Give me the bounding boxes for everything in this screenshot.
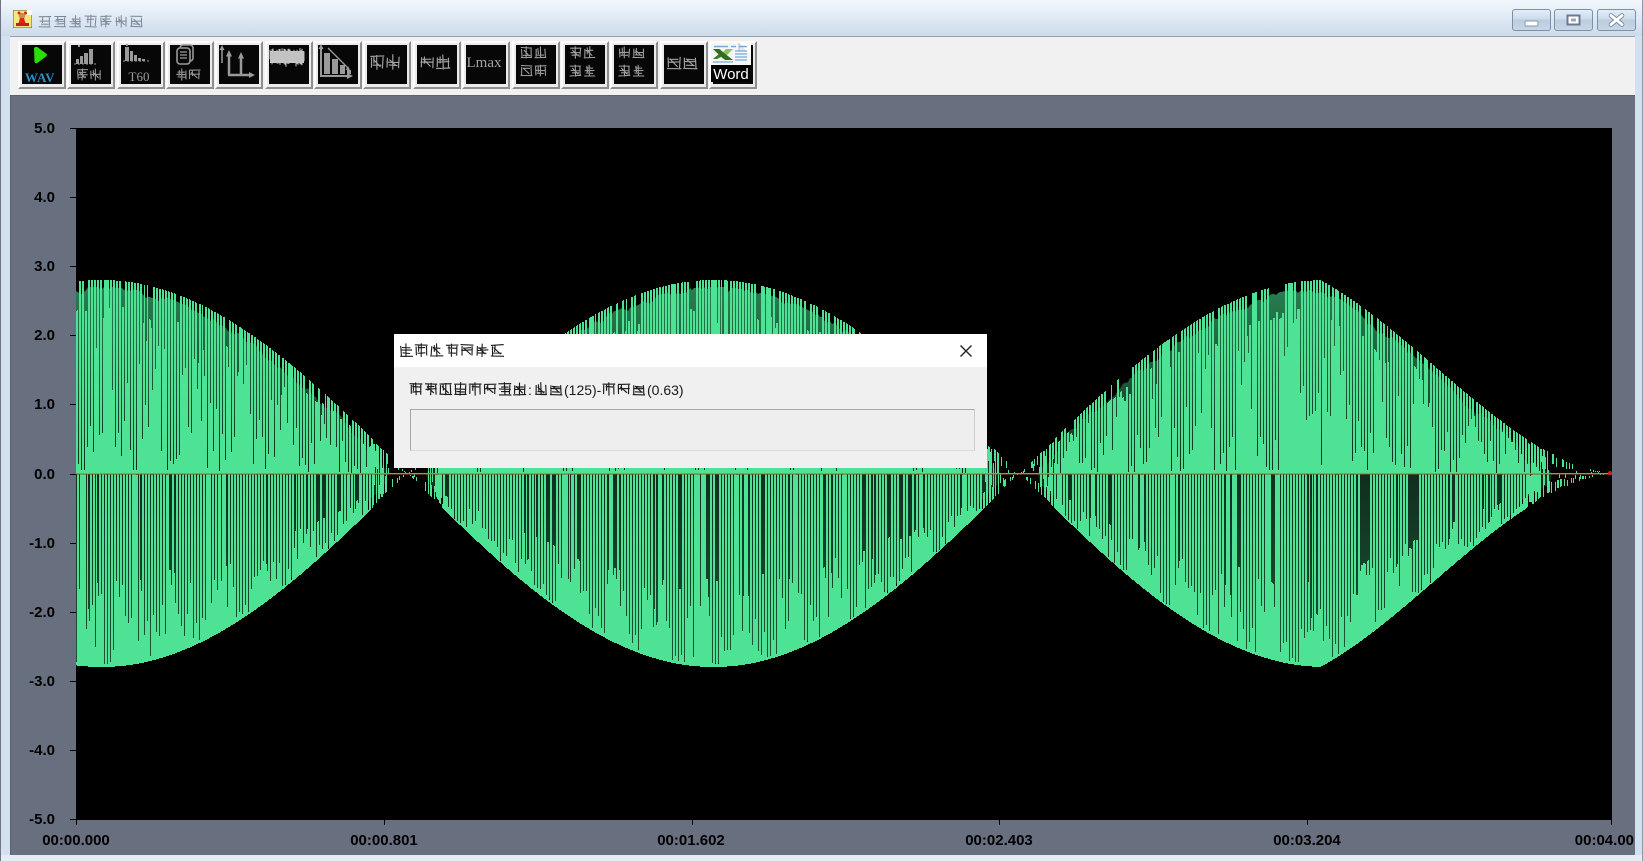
- svg-text::: :: [528, 382, 532, 398]
- svg-text:Word: Word: [713, 66, 749, 82]
- svg-text:(125)-: (125)-: [564, 382, 602, 398]
- svg-text:(0.63): (0.63): [647, 382, 684, 398]
